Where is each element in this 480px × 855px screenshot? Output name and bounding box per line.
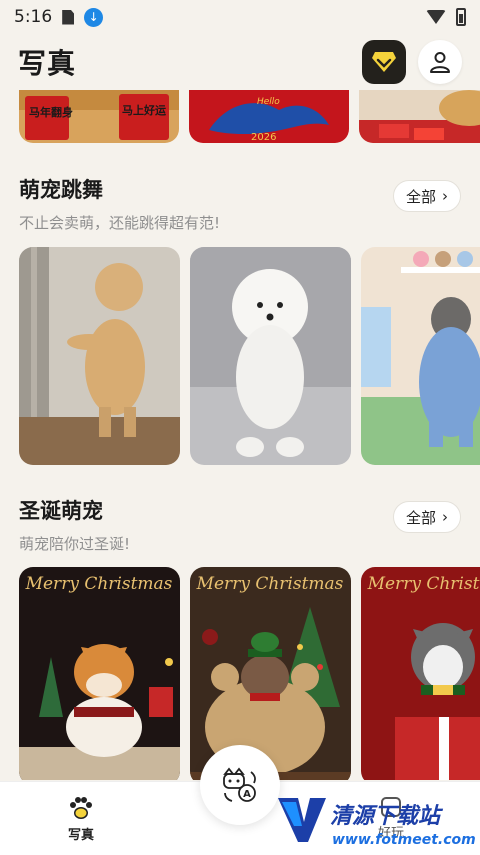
profile-button[interactable]: [418, 40, 462, 84]
puppy-envelopes-thumbnail[interactable]: [359, 90, 480, 143]
watermark-brand: 清源下载站: [330, 804, 441, 829]
download-icon: ↓: [84, 7, 104, 27]
golden-retriever-dancing-card[interactable]: [19, 247, 180, 465]
app-header: 写真: [0, 34, 480, 90]
horse-card-year: 2026: [251, 132, 276, 143]
view-all-label: 全部: [405, 508, 436, 527]
chevron-right-icon: ›: [442, 187, 448, 205]
view-all-dancing-button[interactable]: 全部 ›: [392, 180, 461, 212]
sim-card-icon: [62, 9, 75, 25]
section-title-dancing: 萌宠跳舞: [19, 178, 103, 202]
banner-text-1: 马年翻身: [29, 105, 73, 119]
view-all-label: 全部: [405, 187, 436, 206]
watermark-url: www.fotmeet.com: [332, 832, 476, 848]
siamese-christmas-card[interactable]: Merry Christmas: [190, 567, 351, 780]
wifi-icon: [426, 10, 446, 24]
horse-card-text: Hello: [257, 97, 280, 107]
nav-tab-photo[interactable]: 写真: [46, 796, 116, 843]
dancing-card-row: [19, 247, 480, 465]
card-caption: Merry Christmas: [196, 574, 344, 594]
white-poodle-card[interactable]: [190, 247, 351, 465]
watermark-logo-icon: [278, 798, 326, 842]
husky-blue-outfit-card[interactable]: [361, 247, 480, 465]
content-scroll[interactable]: 马年翻身 马上好运 Hello 2026 萌宠跳舞 不止会卖萌，还能跳得超有范!…: [0, 90, 480, 780]
paw-icon: [70, 797, 92, 819]
husky-christmas-card[interactable]: Merry Christmas: [361, 567, 480, 780]
section-header-dancing: 萌宠跳舞 不止会卖萌，还能跳得超有范! 全部 ›: [19, 174, 461, 233]
vip-button[interactable]: [362, 40, 406, 84]
page-title: 写真: [18, 47, 77, 80]
pet-transform-button[interactable]: A: [200, 745, 280, 825]
svg-text:A: A: [243, 789, 251, 800]
horse-card-thumbnail[interactable]: Hello 2026: [189, 90, 349, 143]
chevron-right-icon: ›: [442, 508, 448, 526]
card-caption: Merry Christmas: [25, 574, 173, 594]
card-caption: Merry Christmas: [367, 574, 480, 594]
dog-banner-thumbnail[interactable]: 马年翻身 马上好运: [19, 90, 179, 143]
status-time: 5:16: [14, 7, 53, 27]
section-title-christmas: 圣诞萌宠: [19, 499, 103, 523]
top-card-row: 马年翻身 马上好运 Hello 2026: [19, 90, 480, 143]
site-watermark: 清源下载站 www.fotmeet.com: [272, 788, 480, 855]
view-all-christmas-button[interactable]: 全部 ›: [392, 501, 461, 533]
banner-text-2: 马上好运: [122, 103, 166, 117]
section-subtitle-dancing: 不止会卖萌，还能跳得超有范!: [19, 214, 221, 232]
diamond-icon: [372, 52, 396, 72]
section-subtitle-christmas: 萌宠陪你过圣诞!: [19, 535, 131, 553]
shiba-christmas-card[interactable]: Merry Christmas: [19, 567, 180, 780]
nav-label-photo: 写真: [67, 828, 94, 843]
status-bar: 5:16 ↓: [0, 0, 480, 34]
section-header-christmas: 圣诞萌宠 萌宠陪你过圣诞! 全部 ›: [19, 495, 461, 554]
battery-icon: [456, 8, 466, 26]
pet-face-swap-icon: A: [223, 767, 256, 802]
user-icon: [430, 52, 450, 73]
